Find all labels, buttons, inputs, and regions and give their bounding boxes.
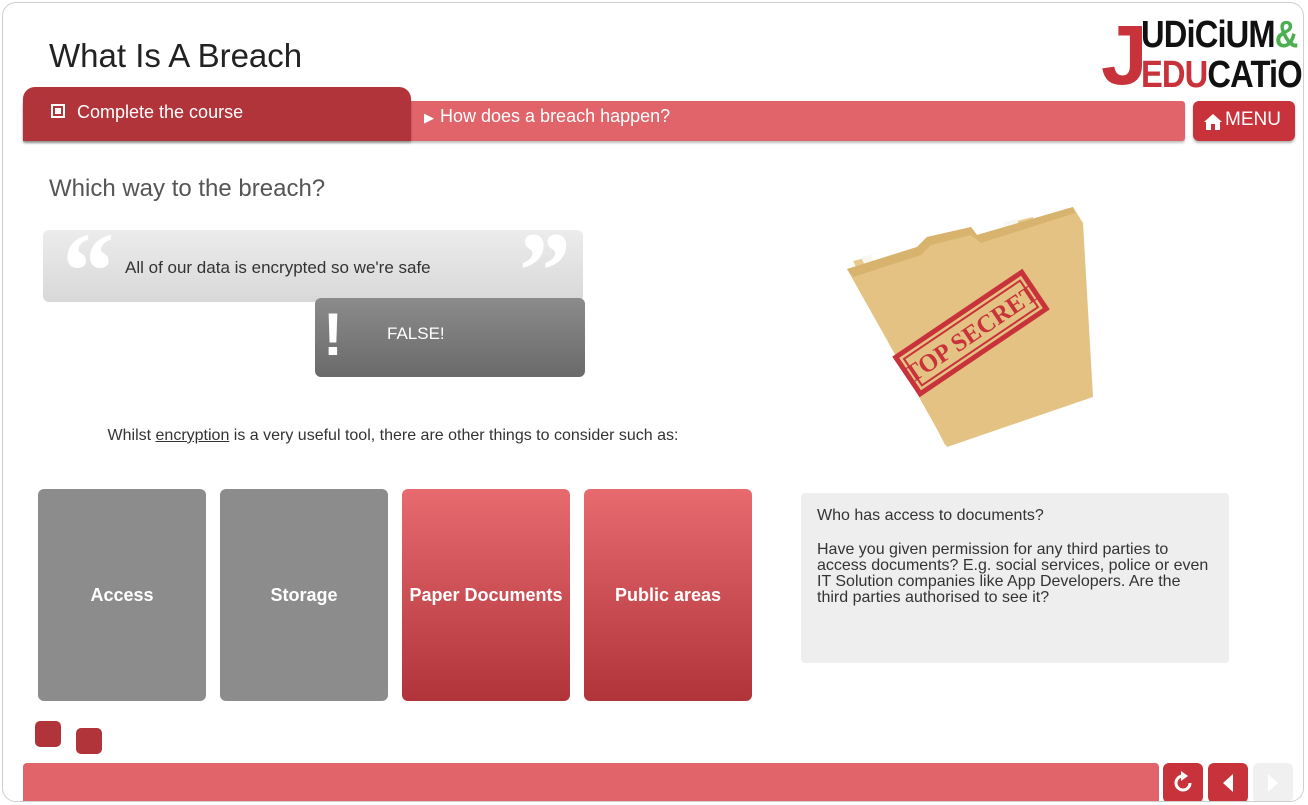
question-heading: Which way to the breach?: [49, 175, 326, 202]
next-arrow-icon: [1268, 774, 1278, 792]
logo-ampersand: &: [1274, 14, 1299, 56]
tile-storage[interactable]: Storage: [220, 489, 388, 701]
next-topic-link[interactable]: ▶ How does a breach happen?: [424, 106, 670, 127]
menu-label: MENU: [1225, 109, 1281, 130]
stop-square-icon: [51, 104, 65, 118]
page-title: What Is A Breach: [49, 37, 303, 74]
info-text: Whilst encryption is a very useful tool,…: [103, 427, 683, 445]
home-icon: [1204, 114, 1222, 130]
back-arrow-icon: [1223, 774, 1233, 792]
logo-line-1: UDiCiUM&: [1141, 15, 1298, 55]
logo-line-2: EDUCATiON: [1141, 54, 1303, 96]
progress-dot-2[interactable]: [76, 728, 102, 754]
top-secret-folder-image: TOP SECRET: [843, 199, 1103, 449]
back-button[interactable]: [1208, 763, 1248, 801]
complete-course-tab[interactable]: Complete the course: [23, 87, 411, 141]
tile-paper-documents[interactable]: Paper Documents: [402, 489, 570, 701]
detail-panel: Who has access to documents? Have you gi…: [801, 493, 1229, 663]
info-text-pre: Whilst: [107, 427, 156, 444]
encryption-link[interactable]: encryption: [156, 427, 230, 444]
detail-heading: Who has access to documents?: [817, 507, 1044, 524]
next-button[interactable]: [1253, 763, 1293, 801]
replay-button[interactable]: [1163, 763, 1203, 801]
replay-icon: [1174, 771, 1192, 792]
verdict-box: ! FALSE!: [315, 298, 585, 377]
progress-dot-1[interactable]: [35, 721, 61, 747]
complete-course-label: Complete the course: [77, 102, 244, 122]
exclamation-icon: !: [323, 301, 343, 368]
judicium-education-logo: J UDiCiUM& EDUCATiON: [1097, 11, 1303, 99]
play-triangle-icon: ▶: [424, 110, 434, 125]
open-quote-icon: “: [57, 210, 112, 332]
logo-line-2-red: EDU: [1141, 54, 1208, 96]
course-window: What Is A Breach J UDiCiUM& EDUCATiON Co…: [2, 2, 1304, 802]
logo-line-2-black: CATiON: [1207, 54, 1303, 96]
detail-body: Have you given permission for any third …: [817, 541, 1209, 606]
verdict-label: FALSE!: [387, 324, 445, 343]
menu-button[interactable]: MENU: [1193, 101, 1295, 141]
next-topic-label: How does a breach happen?: [440, 106, 671, 126]
tile-access[interactable]: Access: [38, 489, 206, 701]
footer-bar: [23, 763, 1159, 801]
folder-illustration: TOP SECRET: [847, 207, 1093, 447]
quote-text: All of our data is encrypted so we're sa…: [125, 258, 431, 277]
quote-box: “ All of our data is encrypted so we're …: [43, 216, 583, 326]
info-text-post: is a very useful tool, there are other t…: [229, 427, 679, 444]
tile-public-areas[interactable]: Public areas: [584, 489, 752, 701]
logo-line-1-text: UDiCiUM: [1141, 14, 1276, 56]
